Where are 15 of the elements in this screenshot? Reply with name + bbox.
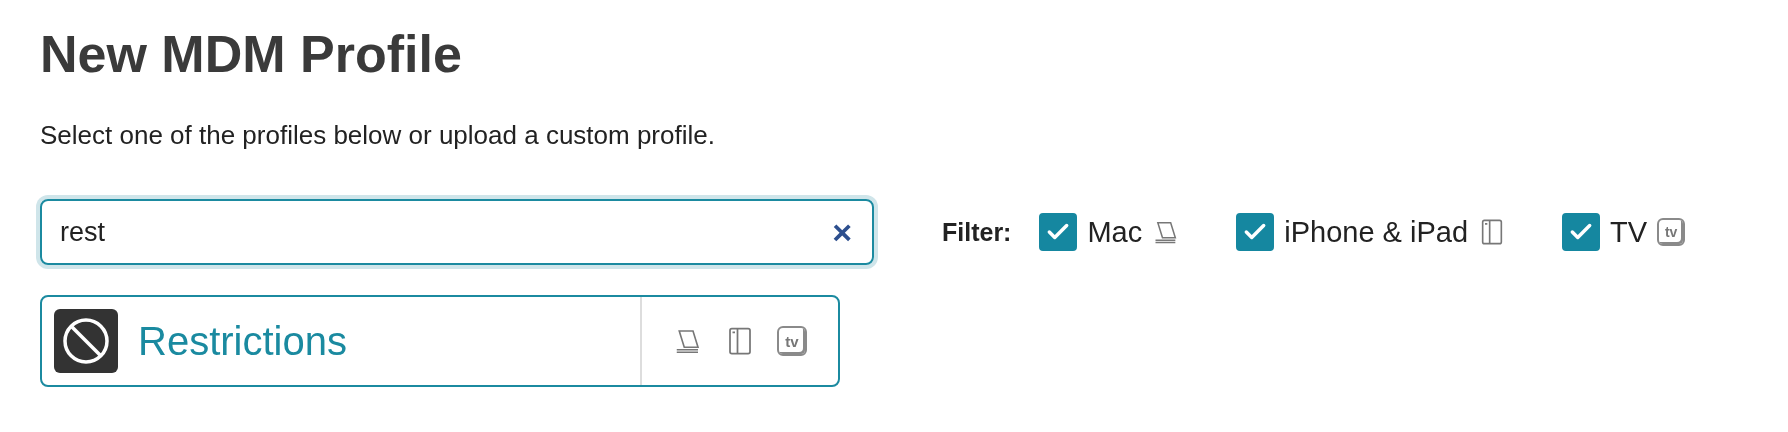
page-description: Select one of the profiles below or upload a custom profile. [40,120,716,151]
tv-icon: tv [777,326,807,356]
page-title: New MDM Profile [40,24,463,85]
tv-icon: tv [1657,218,1686,246]
checkbox[interactable] [1236,213,1275,251]
clear-button[interactable]: × [828,215,856,249]
checkbox[interactable] [1562,213,1601,251]
profile-name: Restrictions [138,318,347,364]
profile-card[interactable]: Restrictions tv [40,295,840,387]
prohibited-icon [54,309,118,373]
checkbox[interactable] [1039,213,1078,251]
checkbox-label: TV [1610,215,1648,249]
checkbox-label: iPhone & iPad [1284,215,1469,249]
checkbox-label: Mac [1087,215,1143,249]
filter-label: Filter: [942,217,1012,247]
